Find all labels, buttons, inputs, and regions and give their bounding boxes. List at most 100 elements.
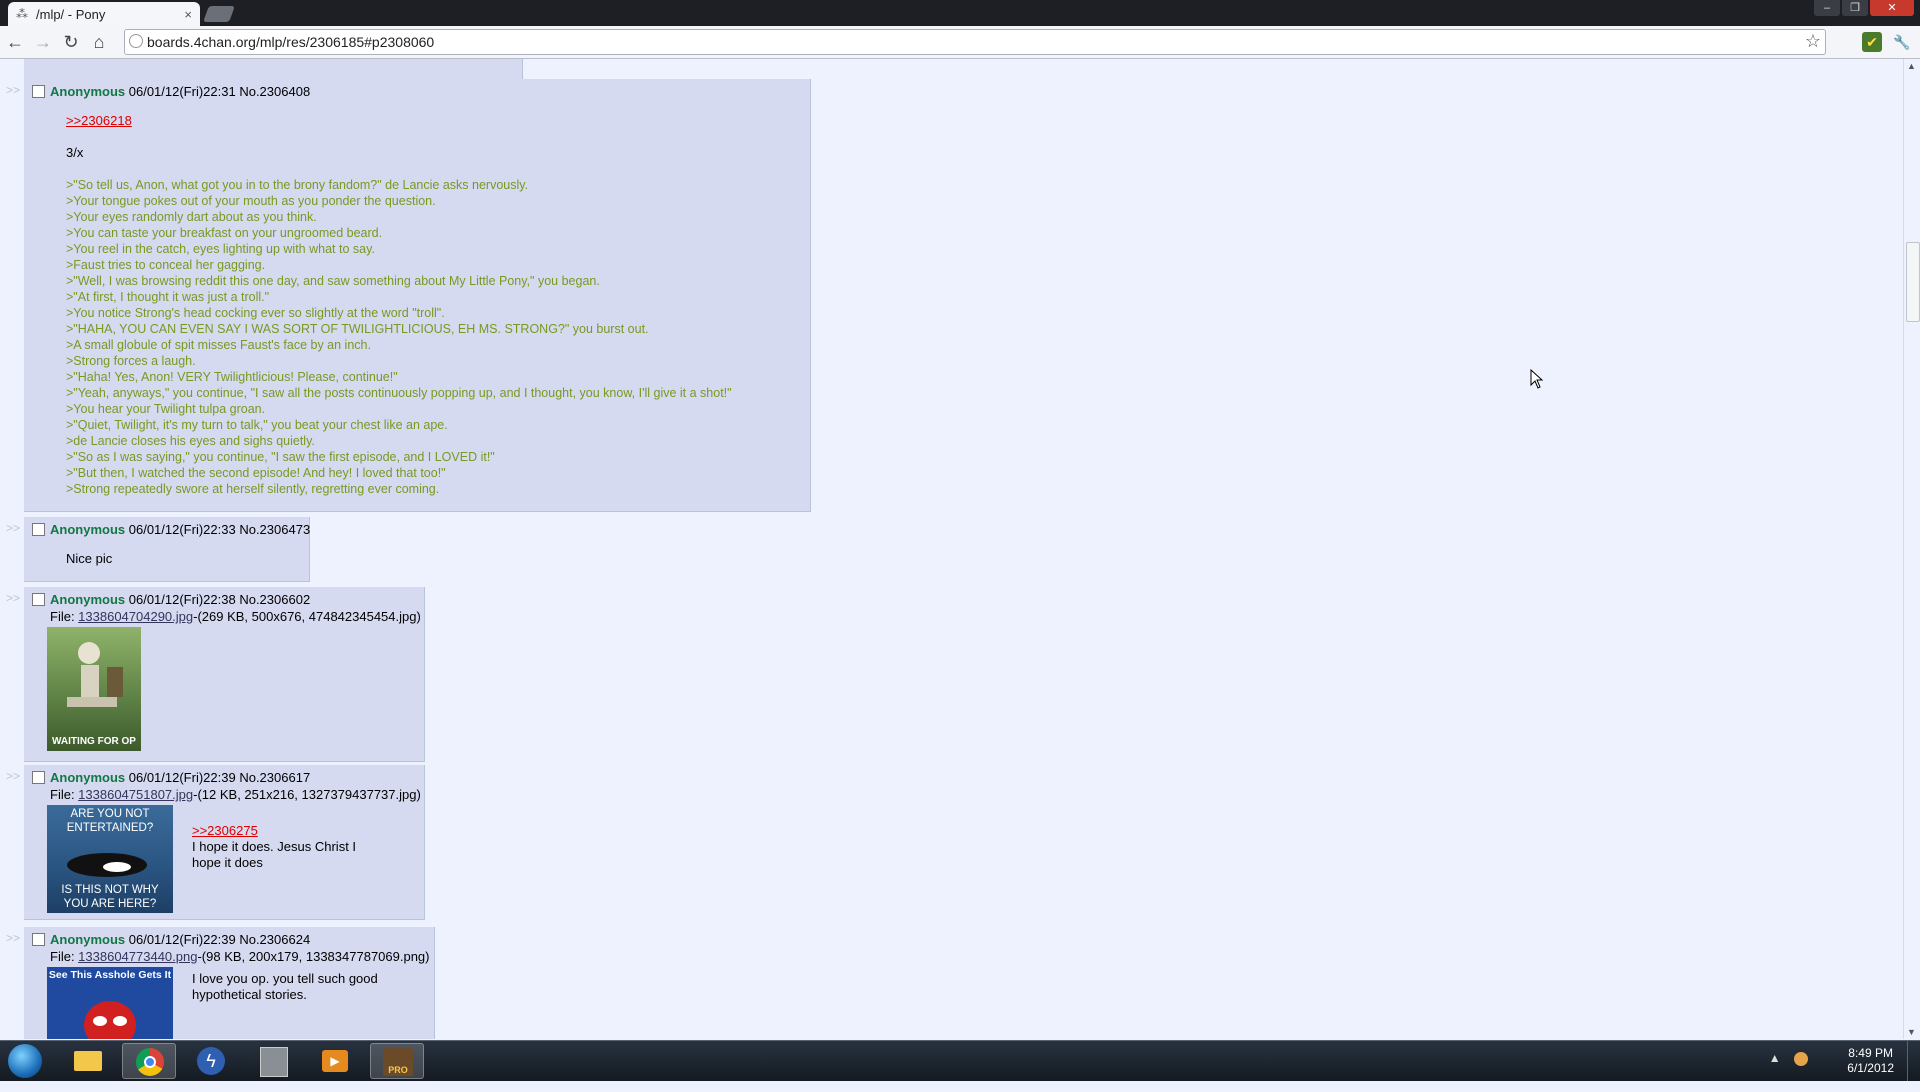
file-info: File: 1338604704290.jpg-(269 KB, 500x676… [50,609,421,624]
tab-close-icon[interactable]: × [184,7,192,22]
greentext-line: >Faust tries to conceal her gagging. [66,258,266,272]
clock-time: 8:49 PM [1848,1046,1893,1060]
post-header: Anonymous 06/01/12(Fri)22:31 No.2306408 [50,84,310,99]
poster-name: Anonymous [50,932,126,947]
post-2306617: Anonymous 06/01/12(Fri)22:39 No.2306617 … [24,765,425,920]
post-datetime: 06/01/12(Fri)22:31 [128,84,236,99]
pro-app-icon[interactable]: PRO [370,1043,424,1079]
chrome-icon[interactable] [122,1043,176,1079]
greentext-line: >"Well, I was browsing reddit this one d… [66,274,600,288]
tray-app-icon[interactable] [1794,1051,1808,1066]
reply-arrows: >> [6,521,21,535]
greentext-line: >"At first, I thought it was just a trol… [66,290,270,304]
post-header: Anonymous 06/01/12(Fri)22:39 No.2306624 [50,932,310,947]
address-bar[interactable]: boards.4chan.org/mlp/res/2306185#p230806… [124,29,1826,55]
post-checkbox[interactable] [32,85,45,98]
show-desktop-button[interactable] [1907,1041,1920,1081]
vertical-scrollbar[interactable]: ▲ ▼ [1903,59,1920,1039]
post-number[interactable]: No.2306624 [239,932,310,947]
maximize-button[interactable]: ❐ [1842,0,1868,16]
scrollbar-thumb[interactable] [1906,242,1920,322]
favicon-icon: ⁂ [16,7,28,21]
greentext-line: >Strong forces a laugh. [66,354,196,368]
file-link[interactable]: 1338604773440.png [78,949,197,964]
windows-taskbar: ϟ ▶ PRO ▲ 8:49 PM 6/1/2012 [0,1040,1920,1081]
greentext-line: >Strong repeatedly swore at herself sile… [66,482,440,496]
greentext-line: >"Quiet, Twilight, it's my turn to talk,… [66,418,448,432]
quote-link[interactable]: >>2306275 [192,823,258,838]
post-datetime: 06/01/12(Fri)22:38 [128,592,236,607]
post-text: Nice pic [66,551,113,566]
post-2306408: Anonymous 06/01/12(Fri)22:31 No.2306408 … [24,79,811,512]
greentext-line: >You hear your Twilight tulpa groan. [66,402,266,416]
post-text: I hope it does. Jesus Christ I hope it d… [192,839,356,871]
media-player-icon[interactable]: ▶ [308,1043,362,1079]
reply-arrows: >> [6,591,21,605]
minimize-button[interactable]: – [1814,0,1840,16]
file-info: File: 1338604773440.png-(98 KB, 200x179,… [50,949,430,964]
file-details: -(269 KB, 500x676, 474842345454.jpg) [193,609,421,624]
reload-icon[interactable]: ↻ [60,32,82,52]
file-link[interactable]: 1338604704290.jpg [78,609,193,624]
post-number[interactable]: No.2306408 [239,84,310,99]
post-header: Anonymous 06/01/12(Fri)22:38 No.2306602 [50,592,310,607]
poster-name: Anonymous [50,770,126,785]
post-datetime: 06/01/12(Fri)22:33 [128,522,236,537]
clock-date: 6/1/2012 [1847,1061,1894,1075]
poster-name: Anonymous [50,592,126,607]
reply-arrows: >> [6,769,21,783]
tab-active[interactable]: ⁂ /mlp/ - Pony × [8,2,200,26]
new-tab-button[interactable] [203,6,235,22]
game-app-icon[interactable] [246,1043,300,1079]
post-header: Anonymous 06/01/12(Fri)22:33 No.2306473 [50,522,310,537]
forward-arrow-icon[interactable]: → [32,32,54,52]
explorer-icon[interactable] [60,1043,114,1079]
file-info: File: 1338604751807.jpg-(12 KB, 251x216,… [50,787,421,802]
greentext-line: >You notice Strong's head cocking ever s… [66,306,445,320]
start-button[interactable] [8,1044,42,1078]
post-checkbox[interactable] [32,771,45,784]
greentext-line: >Your eyes randomly dart about as you th… [66,210,317,224]
home-icon[interactable]: ⌂ [88,32,110,52]
post-checkbox[interactable] [32,593,45,606]
tray-arrow-icon[interactable]: ▲ [1769,1051,1781,1065]
post-number[interactable]: No.2306617 [239,770,310,785]
extension-icon[interactable]: ✔ [1862,32,1882,52]
post-number[interactable]: No.2306602 [239,592,310,607]
system-tray[interactable]: ▲ [1769,1051,1808,1066]
quote-link[interactable]: >>2306218 [66,113,132,128]
post-text-line: hope it does [192,855,263,870]
post-number[interactable]: No.2306473 [239,522,310,537]
close-window-button[interactable]: ✕ [1870,0,1914,16]
post-checkbox[interactable] [32,523,45,536]
bookmark-star-icon[interactable]: ☆ [1805,31,1821,52]
browser-titlebar: ⁂ /mlp/ - Pony × – ❐ ✕ [0,0,1920,26]
clock[interactable]: 8:49 PM 6/1/2012 [1847,1046,1894,1076]
page-info-icon[interactable] [129,34,143,48]
scroll-down-icon[interactable]: ▼ [1907,1027,1916,1037]
reply-arrows: >> [6,83,21,97]
browser-toolbar: ← → ↻ ⌂ boards.4chan.org/mlp/res/2306185… [0,26,1920,59]
post-checkbox[interactable] [32,933,45,946]
scroll-up-icon[interactable]: ▲ [1907,61,1916,71]
lightning-app-icon[interactable]: ϟ [184,1043,238,1079]
file-label: File: [50,609,79,624]
reply-arrows: >> [6,931,21,945]
back-arrow-icon[interactable]: ← [4,32,26,52]
post-2306624: Anonymous 06/01/12(Fri)22:39 No.2306624 … [24,927,435,1039]
file-link[interactable]: 1338604751807.jpg [78,787,193,802]
thumbnail-image[interactable]: WAITING FOR OP [47,627,141,751]
post-body: >"So tell us, Anon, what got you in to t… [66,177,732,497]
greentext-line: >Your tongue pokes out of your mouth as … [66,194,436,208]
thumbnail-image[interactable]: ARE YOU NOT ENTERTAINED? IS THIS NOT WHY… [47,805,173,913]
thumbnail-image[interactable]: See This Asshole Gets It [47,967,173,1039]
post-2306602: Anonymous 06/01/12(Fri)22:38 No.2306602 … [24,587,425,762]
greentext-line: >de Lancie closes his eyes and sighs qui… [66,434,315,448]
greentext-line: >"But then, I watched the second episode… [66,466,446,480]
file-details: -(98 KB, 200x179, 1338347787069.png) [197,949,430,964]
mouse-cursor-icon [1530,369,1544,389]
poster-name: Anonymous [50,522,126,537]
post-2306473: Anonymous 06/01/12(Fri)22:33 No.2306473 … [24,517,310,582]
post-intro: 3/x [66,145,84,160]
wrench-menu-icon[interactable]: 🔧 [1892,32,1912,52]
